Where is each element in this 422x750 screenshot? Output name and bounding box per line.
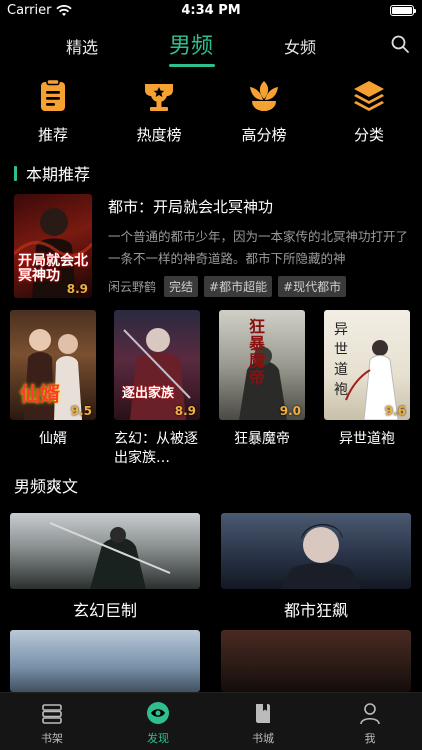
- category-label: 高分榜: [241, 126, 287, 144]
- status-time: 4:34 PM: [181, 3, 241, 18]
- tab-featured[interactable]: 精选: [66, 34, 98, 58]
- category-classify[interactable]: 分类: [324, 78, 414, 145]
- section-current-header: 本期推荐: [14, 161, 90, 185]
- tab-bookstore[interactable]: 书城: [233, 701, 293, 746]
- tab-male[interactable]: 男频: [169, 28, 213, 60]
- book-card[interactable]: 逐出家族 8.9 玄幻：从被逐出家族…: [114, 310, 204, 468]
- collection-card[interactable]: 玄幻巨制: [10, 513, 200, 621]
- book-cover[interactable]: 狂暴魔帝 9.0: [219, 310, 305, 420]
- collection-art: [281, 524, 361, 589]
- book-card[interactable]: 异世道袍 9.6 异世道袍: [324, 310, 414, 449]
- layers-icon: [354, 81, 384, 111]
- book-title[interactable]: 狂暴魔帝: [219, 430, 305, 449]
- book-score: 8.9: [174, 404, 196, 418]
- book-title[interactable]: 玄幻：从被逐出家族…: [114, 430, 200, 468]
- flower-icon: [250, 81, 278, 111]
- featured-description: 一个普通的都市少年，因为一本家传的北冥神功打开了一条不一样的神奇道路。都市下所隐…: [108, 229, 408, 266]
- book-score: 9.6: [384, 404, 406, 418]
- genre-tag[interactable]: #现代都市: [278, 276, 347, 297]
- section-male-header: 男频爽文: [14, 473, 78, 497]
- tab-label: 发现: [147, 732, 169, 745]
- book-title[interactable]: 异世道袍: [324, 430, 410, 449]
- collection-image[interactable]: [10, 630, 200, 692]
- category-label: 推荐: [37, 126, 68, 144]
- search-icon[interactable]: [390, 34, 410, 54]
- tab-me[interactable]: 我: [340, 701, 400, 746]
- cover-title-art: 仙婿: [20, 382, 60, 406]
- book-cover[interactable]: 仙婿 9.5: [10, 310, 96, 420]
- category-row: 推荐 热度榜 高分榜 分类: [0, 78, 422, 144]
- book-card[interactable]: 狂暴魔帝 9.0 狂暴魔帝: [219, 310, 309, 449]
- category-label: 热度榜: [136, 126, 182, 144]
- active-tab-indicator: [169, 64, 215, 67]
- book-score: 9.5: [70, 404, 92, 418]
- featured-title[interactable]: 都市：开局就会北冥神功: [108, 196, 273, 217]
- user-icon: [360, 703, 380, 725]
- collection-title[interactable]: 玄幻巨制: [10, 597, 200, 621]
- book-score: 9.0: [279, 404, 301, 418]
- battery-icon: [390, 5, 416, 16]
- tab-discover[interactable]: 发现: [128, 701, 188, 746]
- category-score[interactable]: 高分榜: [219, 78, 309, 145]
- collection-image[interactable]: [10, 513, 200, 589]
- featured-book[interactable]: 开局就会北冥神功 8.9 都市：开局就会北冥神功 一个普通的都市少年，因为一本家…: [14, 194, 412, 298]
- category-label: 分类: [353, 126, 384, 144]
- section-title: 本期推荐: [26, 165, 91, 184]
- cover-title-art: 开局就会北冥神功: [18, 253, 88, 284]
- tab-label: 我: [364, 732, 376, 745]
- collection-card[interactable]: 都市狂飙: [221, 513, 411, 621]
- recommend-icon: [41, 78, 65, 111]
- collection-title[interactable]: 都市狂飙: [221, 597, 411, 621]
- book-cover[interactable]: 逐出家族 8.9: [114, 310, 200, 420]
- bottom-tab-bar: 书架 发现 书城 我: [0, 692, 422, 750]
- category-hot[interactable]: 热度榜: [114, 78, 204, 145]
- tab-female[interactable]: 女频: [284, 34, 316, 58]
- book-score: 8.9: [66, 282, 88, 296]
- collection-image[interactable]: [221, 630, 411, 692]
- book-title[interactable]: 仙婿: [10, 430, 96, 449]
- section-title: 男频爽文: [14, 477, 79, 496]
- category-recommend[interactable]: 推荐: [8, 78, 98, 145]
- featured-meta: 闲云野鹤 完结 #都市超能 #现代都市: [108, 276, 347, 297]
- top-tabs: 精选 男频 女频: [0, 28, 422, 68]
- book-cover[interactable]: 异世道袍 9.6: [324, 310, 410, 420]
- tab-label: 书城: [252, 732, 274, 745]
- book-grid: 仙婿 9.5 仙婿 逐出家族 8.9 玄幻：从被逐出家族… 狂暴魔帝 9.0 狂…: [0, 310, 422, 470]
- tab-label: 书架: [41, 732, 63, 745]
- status-bar: Carrier 4:34 PM: [0, 0, 422, 22]
- cover-title-art: 异世道袍: [334, 322, 348, 398]
- collection-image[interactable]: [221, 513, 411, 589]
- cover-title-art: 狂暴魔帝: [249, 317, 266, 387]
- featured-author: 闲云野鹤: [108, 280, 157, 294]
- book-cover[interactable]: 开局就会北冥神功 8.9: [14, 194, 92, 298]
- section-accent-bar: [14, 165, 17, 181]
- tab-bookshelf[interactable]: 书架: [22, 701, 82, 746]
- trophy-icon: [145, 84, 173, 111]
- cover-title-art: 逐出家族: [122, 386, 175, 401]
- book-card[interactable]: 仙婿 9.5 仙婿: [10, 310, 100, 449]
- collection-art: [49, 522, 171, 589]
- eye-icon: [147, 702, 169, 724]
- book-icon: [256, 704, 270, 723]
- genre-tag[interactable]: #都市超能: [204, 276, 273, 297]
- bookshelf-icon: [42, 704, 62, 724]
- status-badge: 完结: [164, 276, 199, 297]
